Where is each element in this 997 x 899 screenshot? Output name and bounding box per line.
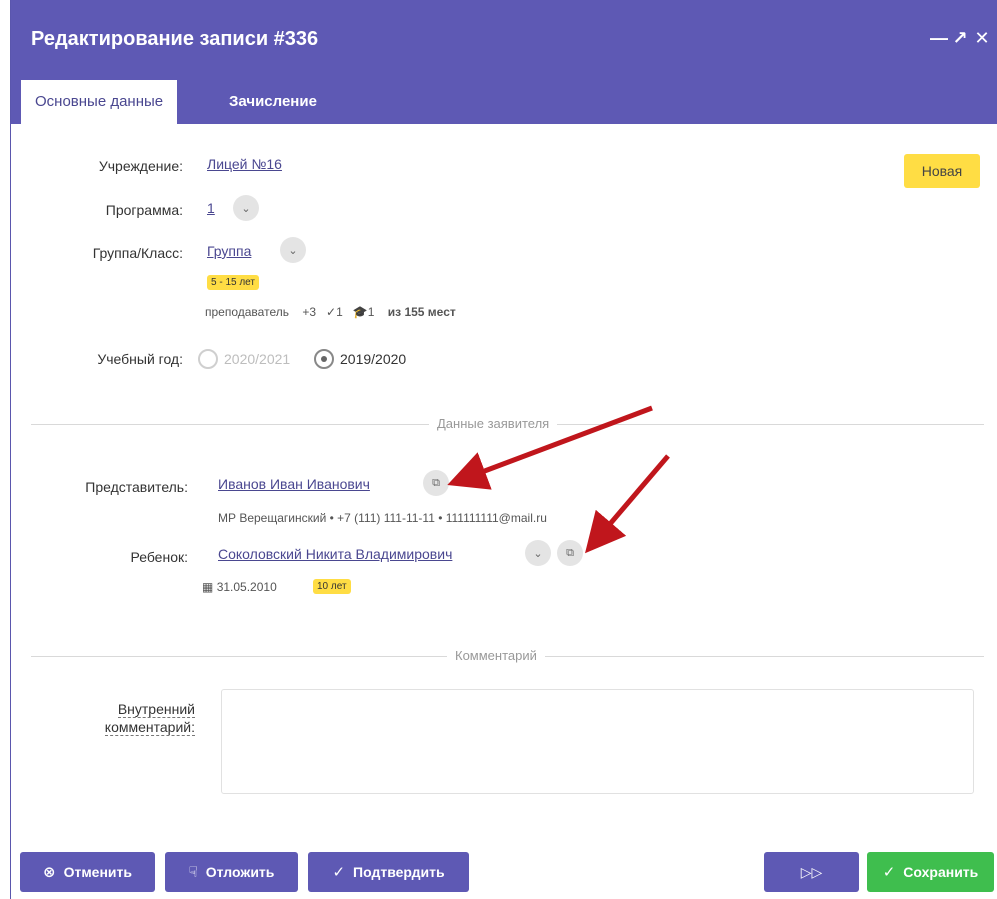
program-link[interactable]: 1 xyxy=(207,200,215,216)
postpone-button-label: Отложить xyxy=(205,864,275,880)
cancel-button-label: Отменить xyxy=(63,864,132,880)
program-dropdown-button[interactable]: ⌄ xyxy=(233,195,259,221)
calendar-icon: ▦ xyxy=(202,580,214,594)
child-link[interactable]: Соколовский Никита Владимирович xyxy=(218,546,452,562)
window-controls: — ↗ ✕ xyxy=(930,28,990,49)
copy-representative-button[interactable]: ⧉ xyxy=(423,470,449,496)
child-birth-date: 31.05.2010 xyxy=(216,580,277,594)
check-icon: ✓ xyxy=(332,864,346,881)
confirm-button-label: Подтвердить xyxy=(353,864,445,880)
copy-child-button[interactable]: ⧉ xyxy=(557,540,583,566)
seats-text: из 155 мест xyxy=(387,305,456,319)
plus-count: +3 xyxy=(302,305,317,319)
postpone-button[interactable]: ☟ Отложить xyxy=(165,852,298,892)
minimize-icon[interactable]: — xyxy=(930,28,948,49)
group-dropdown-button[interactable]: ⌄ xyxy=(280,237,306,263)
applicant-section-title: Данные заявителя xyxy=(429,416,558,431)
year-option-2019-2020: 2019/2020 xyxy=(340,351,407,367)
status-badge: Новая xyxy=(904,154,980,188)
confirm-button[interactable]: ✓ Подтвердить xyxy=(308,852,469,892)
tab-enrollment[interactable]: Зачисление xyxy=(215,80,331,124)
graduation-cap-icon: 🎓 xyxy=(352,305,368,319)
copy-icon: ⧉ xyxy=(566,546,574,559)
representative-details: МР Верещагинский • +7 (111) 111-11-11 • … xyxy=(218,511,547,525)
group-link[interactable]: Группа xyxy=(207,243,251,259)
grad-count: 1 xyxy=(367,305,375,319)
save-button[interactable]: ✓ Сохранить xyxy=(867,852,994,892)
dialog-title: Редактирование записи #336 xyxy=(31,28,319,50)
tab-main-data[interactable]: Основные данные xyxy=(21,80,178,124)
fast-forward-icon: ▷▷ xyxy=(800,863,823,880)
year-option-2020-2021: 2020/2021 xyxy=(224,351,291,367)
chevron-down-icon: ⌄ xyxy=(288,244,298,257)
edit-record-dialog: Редактирование записи #336 — ↗ ✕ Основны… xyxy=(10,0,997,899)
child-age-badge: 10 лет xyxy=(313,579,351,594)
chevron-down-icon: ⌄ xyxy=(533,547,543,560)
representative-label: Представитель: xyxy=(85,479,188,495)
group-age-badge: 5 - 15 лет xyxy=(207,275,259,290)
program-label: Программа: xyxy=(105,202,183,218)
teacher-text: преподаватель xyxy=(205,305,289,319)
internal-comment-label: Внутренний комментарий: xyxy=(71,700,195,736)
copy-icon: ⧉ xyxy=(432,476,440,489)
internal-comment-label-line1: Внутренний xyxy=(117,701,195,718)
comment-section-title: Комментарий xyxy=(447,648,545,663)
year-radio-2020-2021[interactable] xyxy=(198,349,218,369)
internal-comment-label-line2: комментарий: xyxy=(104,719,195,736)
thumbs-down-icon: ☟ xyxy=(188,864,198,881)
check-icon: ✓ xyxy=(882,864,896,881)
check-count: ✓1 xyxy=(326,305,343,319)
next-button[interactable]: ▷▷ xyxy=(764,852,859,892)
group-label: Группа/Класс: xyxy=(92,245,183,261)
child-label: Ребенок: xyxy=(130,549,188,565)
save-button-label: Сохранить xyxy=(903,864,979,880)
internal-comment-textarea[interactable] xyxy=(221,689,974,794)
maximize-icon[interactable]: ↗ xyxy=(952,28,968,49)
close-icon[interactable]: ✕ xyxy=(974,28,990,49)
representative-link[interactable]: Иванов Иван Иванович xyxy=(218,476,370,492)
cancel-button[interactable]: ⊗ Отменить xyxy=(20,852,155,892)
chevron-down-icon: ⌄ xyxy=(241,202,251,215)
institution-label: Учреждение: xyxy=(98,158,183,174)
institution-link[interactable]: Лицей №16 xyxy=(207,156,282,172)
school-year-label: Учебный год: xyxy=(97,351,183,367)
child-birth-info: ▦ 31.05.2010 xyxy=(202,580,277,594)
group-stats: преподаватель +3 ✓1 🎓1 из 155 мест xyxy=(205,305,456,319)
child-dropdown-button[interactable]: ⌄ xyxy=(525,540,551,566)
dialog-titlebar: Редактирование записи #336 — ↗ ✕ xyxy=(11,0,997,80)
year-radio-2019-2020[interactable] xyxy=(314,349,334,369)
cancel-circle-icon: ⊗ xyxy=(43,864,56,881)
tab-bar: Основные данные Зачисление xyxy=(11,80,997,124)
